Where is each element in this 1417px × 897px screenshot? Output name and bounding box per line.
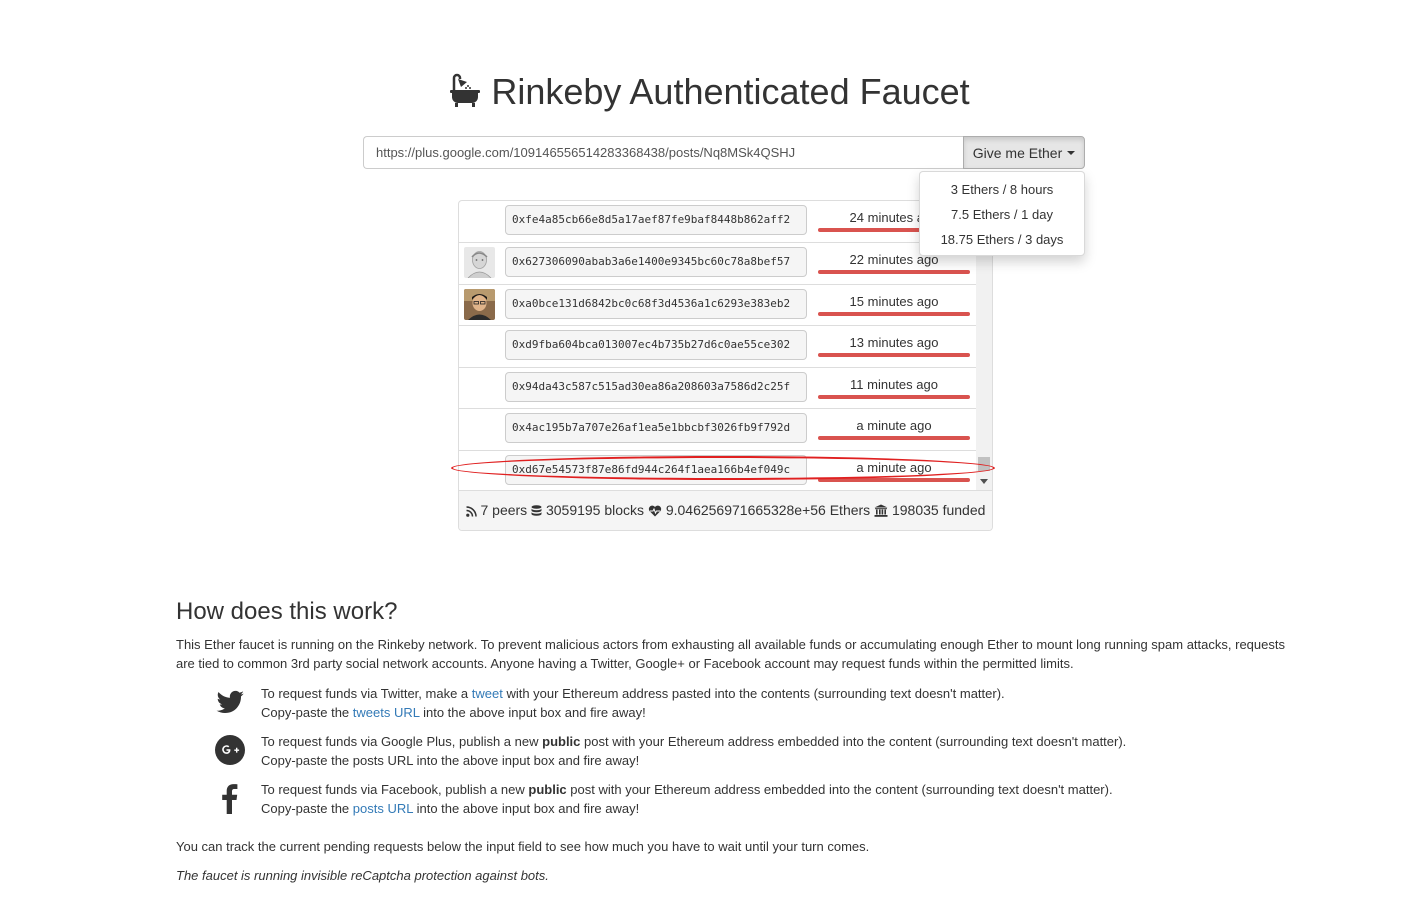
google-plus-instructions: To request funds via Google Plus, publis… [176,732,1286,772]
request-time: 15 minutes ago [849,294,939,309]
bath-icon [447,72,483,118]
request-time: 11 minutes ago [850,377,938,392]
progress-bar [818,395,970,399]
progress-bar [818,312,970,316]
request-time: a minute ago [856,460,932,475]
facebook-public-bold: public [528,782,567,797]
twitter-line2-b: into the above input box and fire away! [419,705,646,720]
queue-row: 0xfe4a85cb66e8d5a17aef87fe9baf8448b862af… [459,201,976,241]
avatar [464,289,495,320]
queue-row: 0xd67e54573f87e86fd944c264f1aea166b4ef04… [459,450,976,490]
address-field[interactable]: 0xd9fba604bca013007ec4b735b27d6c0ae55ce3… [505,330,807,360]
gplus-line1-a: To request funds via Google Plus, publis… [261,734,543,749]
page-title: Rinkeby Authenticated Faucet [0,70,1417,118]
progress-bar [818,436,970,440]
facebook-line1-a: To request funds via Facebook, publish a… [261,782,529,797]
request-time: 13 minutes ago [849,335,939,350]
faucet-stats: 7 peers 3059195 blocks 9.046256971665328… [459,490,992,530]
facebook-text: To request funds via Facebook, publish a… [261,780,1113,818]
twitter-line1-b: with your Ethereum address pasted into t… [502,686,1005,701]
tweets-url-link[interactable]: tweets URL [353,705,420,720]
how-it-works-section: How does this work? This Ether faucet is… [176,598,1286,883]
posts-url-link[interactable]: posts URL [353,801,413,816]
bank-icon [874,504,888,517]
twitter-text: To request funds via Twitter, make a twe… [261,684,1005,722]
avatar [464,247,495,278]
rss-icon [465,506,477,517]
gplus-line1-b: post with your Ethereum address embedded… [580,734,1127,749]
queue-row: 0xd9fba604bca013007ec4b735b27d6c0ae55ce3… [459,325,976,366]
facebook-line2-a: Copy-paste the [261,801,353,816]
progress-bar [818,353,970,357]
queue-row: 0x627306090abab3a6e1400e9345bc60c78a8bef… [459,242,976,283]
blocks-count: 3059195 blocks [545,502,645,518]
tracking-note: You can track the current pending reques… [176,839,870,854]
twitter-line2-a: Copy-paste the [261,705,353,720]
ethers-balance: 9.046256971665328e+56 Ethers [665,502,871,518]
request-queue-panel: 0xfe4a85cb66e8d5a17aef87fe9baf8448b862af… [458,200,993,531]
peers-count: 7 peers [480,502,528,518]
social-url-input[interactable] [363,136,963,169]
menu-item-7-5-ethers[interactable]: 7.5 Ethers / 1 day [920,202,1084,227]
recaptcha-note: The faucet is running invisible reCaptch… [176,868,549,883]
progress-bar [818,270,970,274]
progress-bar [818,478,970,482]
address-field[interactable]: 0x4ac195b7a707e26af1ea5e1bbcbf3026fb9f79… [505,413,807,443]
gplus-public-bold: public [542,734,581,749]
funded-count: 198035 funded [891,502,986,518]
facebook-icon [222,784,238,814]
queue-row: 0x4ac195b7a707e26af1ea5e1bbcbf3026fb9f79… [459,408,976,449]
caret-down-icon [1067,150,1076,155]
request-queue-list[interactable]: 0xfe4a85cb66e8d5a17aef87fe9baf8448b862af… [459,201,976,490]
give-me-ether-button[interactable]: Give me Ether [963,136,1085,169]
menu-item-3-ethers[interactable]: 3 Ethers / 8 hours [920,177,1084,202]
ether-amount-menu: 3 Ethers / 8 hours 7.5 Ethers / 1 day 18… [919,171,1085,256]
queue-row: 0xa0bce131d6842bc0c68f3d4536a1c6293e383e… [459,284,976,325]
title-text: Rinkeby Authenticated Faucet [491,71,970,112]
section-heading: How does this work? [176,598,398,625]
google-plus-icon [215,735,245,765]
twitter-icon [216,690,244,714]
address-field[interactable]: 0x627306090abab3a6e1400e9345bc60c78a8bef… [505,247,807,277]
request-form: Give me Ether [363,136,1085,169]
scrollbar-thumb[interactable] [978,457,990,471]
twitter-line1-a: To request funds via Twitter, make a [261,686,472,701]
facebook-instructions: To request funds via Facebook, publish a… [176,780,1286,820]
intro-text: This Ether faucet is running on the Rink… [176,637,1285,671]
address-field[interactable]: 0xfe4a85cb66e8d5a17aef87fe9baf8448b862af… [505,205,807,235]
menu-item-18-75-ethers[interactable]: 18.75 Ethers / 3 days [920,227,1084,252]
twitter-instructions: To request funds via Twitter, make a twe… [176,684,1286,724]
database-icon [531,505,542,516]
gplus-line2: Copy-paste the posts URL into the above … [261,753,640,768]
heartbeat-icon [648,505,662,517]
give-me-ether-label: Give me Ether [972,144,1063,161]
address-field[interactable]: 0xa0bce131d6842bc0c68f3d4536a1c6293e383e… [505,289,807,319]
request-time: a minute ago [856,418,932,433]
facebook-line1-b: post with your Ethereum address embedded… [566,782,1113,797]
address-field[interactable]: 0x94da43c587c515ad30ea86a208603a7586d2c2… [505,372,807,402]
queue-row: 0x94da43c587c515ad30ea86a208603a7586d2c2… [459,367,976,408]
facebook-line2-b: into the above input box and fire away! [413,801,640,816]
google-plus-text: To request funds via Google Plus, publis… [261,732,1126,770]
scroll-down-arrow-icon[interactable] [980,479,988,484]
tweet-link[interactable]: tweet [472,686,503,701]
address-field[interactable]: 0xd67e54573f87e86fd944c264f1aea166b4ef04… [505,455,807,485]
